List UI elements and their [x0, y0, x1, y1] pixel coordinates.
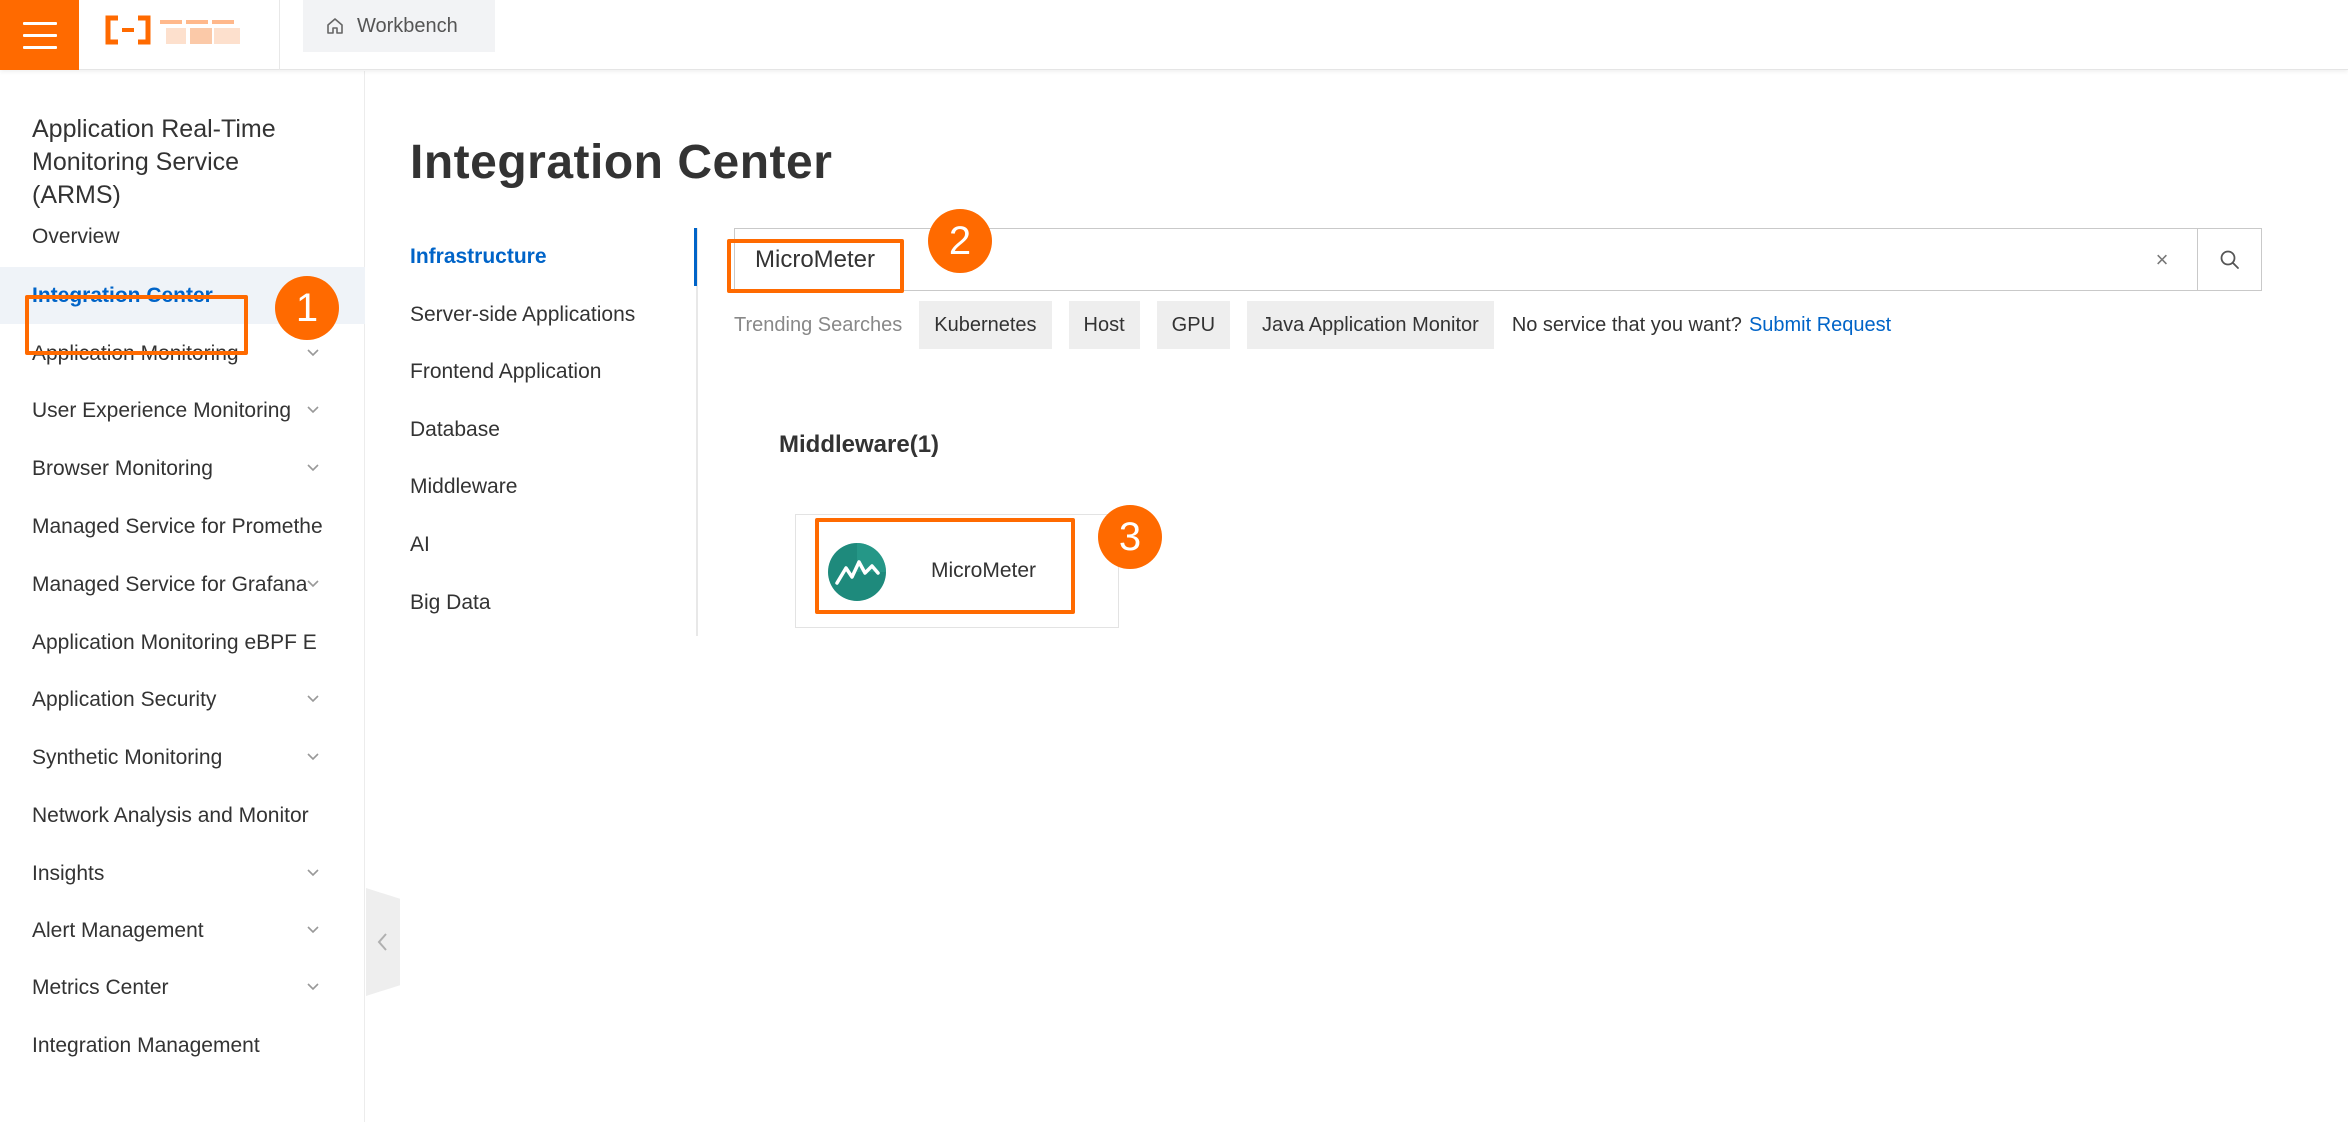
sidebar-item-label: Overview — [32, 224, 120, 248]
trending-label: Trending Searches — [734, 313, 903, 336]
no-service-text: No service that you want? — [1511, 313, 1742, 336]
brand-logo[interactable] — [104, 12, 254, 48]
results-section-heading: Middleware(1) — [779, 431, 940, 458]
sidebar-item-label: Application Security — [32, 687, 217, 711]
sidebar-item-label: Integration Management — [32, 1033, 260, 1057]
sidebar: Application Real-Time Monitoring Service… — [0, 71, 365, 1122]
category-middleware[interactable]: Middleware — [410, 467, 670, 507]
topbar-divider — [279, 0, 280, 70]
sidebar-item-label: Managed Service for Promethe — [32, 514, 322, 538]
category-database[interactable]: Database — [410, 410, 670, 450]
trending-tag-gpu[interactable]: GPU — [1156, 301, 1231, 349]
chevron-down-icon[interactable] — [306, 979, 320, 993]
sidebar-item-label: Application Monitoring — [32, 341, 239, 365]
sidebar-item-overview[interactable]: Overview — [0, 208, 365, 265]
sidebar-item-label: Application Monitoring eBPF E — [32, 630, 317, 654]
sidebar-item-label: Browser Monitoring — [32, 456, 213, 480]
trending-tag-java-application-monitor[interactable]: Java Application Monitor — [1247, 301, 1494, 349]
sidebar-item-label: User Experience Monitoring — [32, 398, 292, 422]
sidebar-item-integration-management[interactable]: Integration Management — [0, 1017, 365, 1074]
chevron-down-icon[interactable] — [306, 402, 320, 416]
category-active-indicator — [694, 228, 697, 286]
integration-card-micrometer[interactable]: MicroMeter — [795, 514, 1119, 628]
sidebar-item-metrics-center[interactable]: Metrics Center — [0, 959, 365, 1016]
annotation-badge-2: 2 — [928, 209, 992, 273]
sidebar-item-user-experience-monitoring[interactable]: User Experience Monitoring — [0, 382, 365, 439]
chevron-down-icon[interactable] — [306, 691, 320, 705]
chevron-down-icon[interactable] — [306, 865, 320, 879]
category-infrastructure[interactable]: Infrastructure — [410, 237, 670, 277]
sidebar-item-synthetic-monitoring[interactable]: Synthetic Monitoring — [0, 729, 365, 786]
search-icon — [2220, 250, 2239, 269]
sidebar-title: Application Real-Time Monitoring Service… — [32, 115, 276, 209]
chevron-down-icon[interactable] — [306, 345, 320, 359]
category-frontend-application[interactable]: Frontend Application — [410, 352, 670, 392]
chevron-down-icon[interactable] — [306, 460, 320, 474]
micrometer-logo-icon — [828, 543, 886, 601]
sidebar-item-label: Insights — [32, 861, 105, 885]
sidebar-item-application-monitoring-ebpf-e[interactable]: Application Monitoring eBPF E — [0, 614, 365, 671]
menu-hamburger-icon[interactable] — [0, 0, 79, 70]
sidebar-item-label: Network Analysis and Monitor — [32, 803, 309, 827]
sidebar-item-alert-management[interactable]: Alert Management — [0, 902, 365, 959]
workbench-tab[interactable]: Workbench — [303, 0, 495, 52]
trending-tag-kubernetes[interactable]: Kubernetes — [919, 301, 1052, 349]
sidebar-item-browser-monitoring[interactable]: Browser Monitoring — [0, 440, 365, 497]
category-nav: Infrastructure Server-side Applications Fr… — [410, 228, 698, 636]
annotation-badge-1: 1 — [275, 276, 339, 340]
chevron-left-icon — [377, 933, 387, 951]
sidebar-item-application-security[interactable]: Application Security — [0, 671, 365, 728]
trending-tag-host[interactable]: Host — [1068, 301, 1140, 349]
sidebar-item-label: Managed Service for Grafana — [32, 572, 308, 596]
clear-search-icon[interactable]: × — [2147, 245, 2177, 275]
home-icon — [327, 18, 343, 34]
top-bar: Workbench — [0, 0, 2348, 70]
sidebar-item-label: Synthetic Monitoring — [32, 745, 223, 769]
page-title: Integration Center — [410, 136, 833, 189]
submit-request-link[interactable]: Submit Request — [1749, 314, 1891, 337]
sidebar-item-label: Metrics Center — [32, 975, 169, 999]
sidebar-item-insights[interactable]: Insights — [0, 845, 365, 902]
workbench-label: Workbench — [357, 14, 458, 37]
trending-searches: Trending Searches Kubernetes Host GPU Java … — [734, 300, 1891, 350]
integration-card-name: MicroMeter — [931, 559, 1037, 582]
category-server-side-applications[interactable]: Server-side Applications — [410, 295, 670, 335]
chevron-down-icon[interactable] — [306, 576, 320, 590]
sidebar-item-network-analysis-and-monitor[interactable]: Network Analysis and Monitor — [0, 787, 365, 844]
chevron-down-icon[interactable] — [306, 749, 320, 763]
category-big-data[interactable]: Big Data — [410, 583, 670, 623]
annotation-badge-3: 3 — [1098, 505, 1162, 569]
chevron-down-icon[interactable] — [306, 922, 320, 936]
search-button[interactable] — [2197, 229, 2262, 290]
category-ai[interactable]: AI — [410, 525, 670, 565]
sidebar-collapse-toggle[interactable] — [366, 888, 400, 996]
sidebar-item-managed-service-for-promethe[interactable]: Managed Service for Promethe — [0, 498, 365, 555]
sidebar-item-managed-service-for-grafana[interactable]: Managed Service for Grafana — [0, 556, 365, 613]
sidebar-item-label: Alert Management — [32, 918, 204, 942]
